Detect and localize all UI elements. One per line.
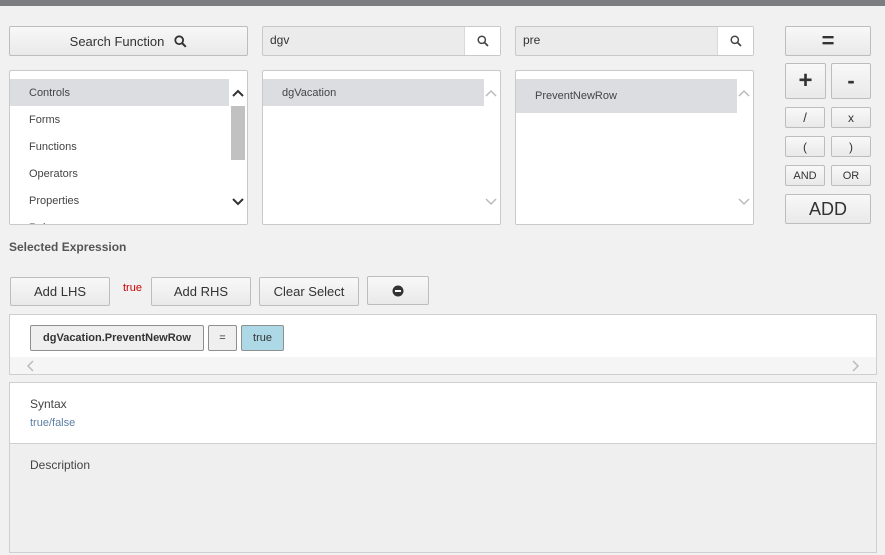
search-icon [476,35,489,47]
control-search-value: dgv [270,33,290,47]
chevron-down-icon[interactable] [483,194,499,210]
chevron-up-icon[interactable] [736,85,752,101]
lhs-value: true [123,282,142,294]
close-paren-button[interactable]: ) [831,136,871,157]
expression-panel: dgVacation.PreventNewRow = true [9,314,877,375]
list-item[interactable]: Rules [10,214,231,225]
selected-expression-label: Selected Expression [9,240,127,254]
chevron-down-icon[interactable] [230,194,246,210]
property-search-input[interactable]: pre [515,26,754,56]
description-panel: Description [9,443,877,553]
syntax-panel: Syntax true/false [9,382,877,444]
search-function-button[interactable]: Search Function [9,26,248,56]
list-item[interactable]: dgVacation [263,79,484,106]
scrollbar-thumb[interactable] [231,106,245,160]
search-icon [729,35,742,47]
syntax-title: Syntax [30,397,67,411]
expression-lhs-chip[interactable]: dgVacation.PreventNewRow [30,325,204,351]
horizontal-scrollbar[interactable] [10,357,876,374]
description-title: Description [30,458,91,472]
chevron-up-icon[interactable] [483,85,499,101]
minus-button[interactable]: - [831,63,871,99]
control-search-input[interactable]: dgv [262,26,501,56]
divide-button[interactable]: / [785,107,825,128]
control-list[interactable]: dgVacation [262,70,501,225]
add-button[interactable]: ADD [785,194,871,224]
add-lhs-button[interactable]: Add LHS [10,277,110,306]
minus-circle-icon [392,285,404,297]
multiply-button[interactable]: x [831,107,871,128]
and-button[interactable]: AND [785,165,825,186]
chevron-down-icon[interactable] [736,194,752,210]
chevron-up-icon[interactable] [230,85,246,101]
add-rhs-button[interactable]: Add RHS [151,277,251,306]
top-bar [0,0,885,6]
list-item[interactable]: Forms [10,106,231,133]
open-paren-button[interactable]: ( [785,136,825,157]
expression-operator-chip[interactable]: = [208,325,237,351]
list-item[interactable]: Controls [10,79,231,106]
scrollbar[interactable] [229,71,247,224]
remove-button[interactable] [367,276,429,305]
search-function-label: Search Function [69,33,165,49]
clear-select-button[interactable]: Clear Select [259,277,359,306]
property-search-button[interactable] [717,27,753,55]
search-icon [174,34,187,48]
list-item[interactable]: Operators [10,160,231,187]
syntax-value: true/false [30,417,76,429]
property-list[interactable]: PreventNewRow [515,70,754,225]
chevron-right-icon[interactable] [852,360,860,372]
list-item[interactable]: Properties [10,187,231,214]
category-list[interactable]: Controls Forms Functions Operators Prope… [9,70,248,225]
expression-rhs-chip[interactable]: true [241,325,284,351]
property-search-value: pre [523,33,541,47]
chevron-left-icon[interactable] [26,360,34,372]
list-item[interactable]: PreventNewRow [516,79,737,113]
control-search-button[interactable] [464,27,500,55]
list-item[interactable]: Functions [10,133,231,160]
equals-button[interactable]: = [785,26,871,56]
plus-button[interactable]: + [785,63,826,99]
or-button[interactable]: OR [831,165,871,186]
